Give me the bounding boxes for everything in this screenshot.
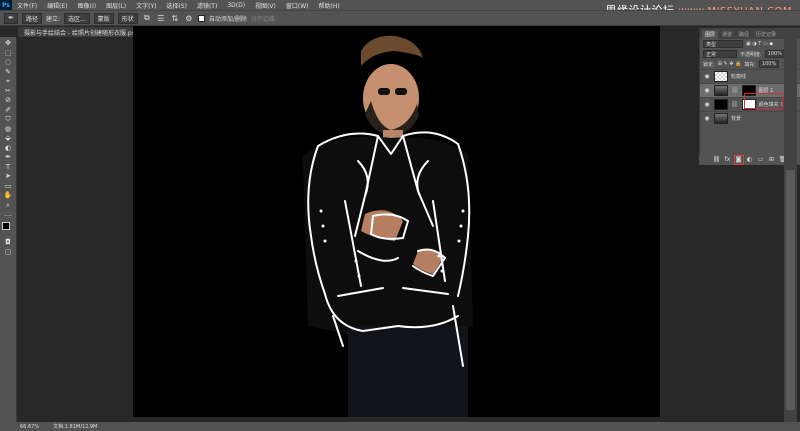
screen-mode-icon[interactable]: ▢ bbox=[2, 248, 14, 256]
chain-link-icon[interactable]: ⛓ bbox=[731, 87, 739, 94]
layer-mask-thumbnail[interactable] bbox=[741, 85, 756, 96]
opacity-input[interactable]: 100% bbox=[764, 50, 785, 58]
adjustment-icon[interactable]: ◐ bbox=[746, 156, 754, 164]
new-layer-icon[interactable]: ⊞ bbox=[768, 156, 776, 164]
foreground-color-swatch[interactable] bbox=[2, 221, 10, 230]
quick-select-tool-icon[interactable]: ✎ bbox=[2, 68, 14, 76]
menu-file[interactable]: 文件(F) bbox=[12, 1, 42, 10]
blend-mode-select[interactable]: 正常 bbox=[703, 50, 737, 58]
filter-icons[interactable]: ▣ ◑ T ▭ ◆ bbox=[746, 41, 773, 47]
color-swatches[interactable] bbox=[2, 221, 14, 234]
group-icon[interactable]: ▭ bbox=[757, 156, 765, 164]
make-label: 建立: bbox=[46, 15, 61, 23]
tab-paths[interactable]: 路径 bbox=[736, 30, 752, 39]
gradient-tool-icon[interactable]: ◐ bbox=[2, 144, 14, 152]
stamp-tool-icon[interactable]: ⛉ bbox=[2, 115, 14, 123]
document-info: 文档:1.81M/12.9M bbox=[53, 424, 98, 430]
scrollbar-thumb[interactable] bbox=[786, 170, 795, 410]
layer-thumbnail bbox=[714, 99, 728, 110]
type-tool-icon[interactable]: T bbox=[2, 163, 14, 171]
mode-select[interactable]: 路径 bbox=[22, 12, 43, 24]
layer-thumbnail bbox=[714, 113, 728, 124]
photoshop-logo: Ps bbox=[0, 0, 12, 10]
menu-filter[interactable]: 滤镜(T) bbox=[192, 1, 222, 10]
eyedropper-tool-icon[interactable]: ✂ bbox=[2, 87, 14, 95]
pen-tool-preset-icon[interactable]: ✒ bbox=[4, 12, 18, 24]
menu-type[interactable]: 文字(Y) bbox=[131, 1, 161, 10]
mask-button[interactable]: 蒙版 bbox=[93, 12, 114, 24]
history-brush-tool-icon[interactable]: ◍ bbox=[2, 125, 14, 133]
healing-tool-icon[interactable]: ⊘ bbox=[2, 96, 14, 104]
brush-tool-icon[interactable]: ✐ bbox=[2, 106, 14, 114]
layer-thumbnail bbox=[714, 85, 728, 96]
path-select-tool-icon[interactable]: ➤ bbox=[2, 172, 14, 180]
more-tools-icon[interactable]: … bbox=[2, 210, 14, 218]
lasso-tool-icon[interactable]: ◌ bbox=[2, 58, 14, 66]
eye-icon[interactable]: ◉ bbox=[703, 101, 711, 109]
opacity-label: 不透明度: bbox=[740, 51, 762, 58]
options-bar: ✒ 路径 建立: 选区... 蒙版 形状 ⧉ ☰ ⇅ ⚙ 自动添加/删除 对齐边… bbox=[0, 10, 800, 26]
menu-view[interactable]: 视图(V) bbox=[250, 1, 281, 10]
fill-input[interactable]: 100% bbox=[758, 60, 780, 68]
eraser-tool-icon[interactable]: ⬙ bbox=[2, 134, 14, 142]
path-alignment-icon[interactable]: ☰ bbox=[156, 13, 166, 23]
tools-panel: ✥ ⬚ ◌ ✎ ⌖ ✂ ⊘ ✐ ⛉ ◍ ⬙ ◐ ✒ T ➤ ▭ ✋ ⌕ … ◘ … bbox=[0, 37, 17, 422]
fx-icon[interactable]: fx bbox=[724, 156, 732, 164]
menu-select[interactable]: 选择(S) bbox=[161, 1, 192, 10]
layer-name: 图层 1 bbox=[758, 88, 774, 94]
path-operations-icon[interactable]: ⧉ bbox=[142, 13, 152, 23]
lock-icons[interactable]: ⊞ ✎ ✥ 🔒 bbox=[718, 61, 742, 67]
menu-window[interactable]: 窗口(W) bbox=[281, 1, 314, 10]
shape-button[interactable]: 形状 bbox=[117, 12, 138, 24]
lock-label: 锁定: bbox=[703, 61, 715, 68]
menu-help[interactable]: 帮助(H) bbox=[314, 1, 345, 10]
menu-3d[interactable]: 3D(D) bbox=[222, 2, 250, 9]
layer-mask-thumbnail[interactable] bbox=[741, 99, 756, 110]
selection-button[interactable]: 选区... bbox=[64, 12, 90, 24]
layer-name: 轮廓线 bbox=[731, 74, 747, 80]
link-icon[interactable]: ⛓ bbox=[713, 156, 721, 164]
layer-name: 背景 bbox=[731, 116, 742, 122]
hand-tool-icon[interactable]: ✋ bbox=[2, 191, 14, 199]
eye-icon[interactable]: ◉ bbox=[703, 87, 711, 95]
tab-history[interactable]: 历史记录 bbox=[753, 30, 779, 39]
marquee-tool-icon[interactable]: ⬚ bbox=[2, 49, 14, 57]
layer-name: 颜色填充 1 bbox=[758, 102, 784, 108]
status-bar: 66.67% 文档:1.81M/12.9M bbox=[0, 422, 800, 431]
layer-thumbnail bbox=[714, 71, 728, 82]
pen-tool-icon[interactable]: ✒ bbox=[2, 153, 14, 161]
shape-tool-icon[interactable]: ▭ bbox=[2, 182, 14, 190]
crop-tool-icon[interactable]: ⌖ bbox=[2, 77, 14, 85]
align-edges-label: 对齐边缘 bbox=[250, 15, 275, 23]
auto-add-delete-label: 自动添加/删除 bbox=[208, 15, 247, 23]
move-tool-icon[interactable]: ✥ bbox=[2, 39, 14, 47]
path-arrangement-icon[interactable]: ⇅ bbox=[170, 13, 180, 23]
canvas-artwork bbox=[303, 35, 473, 417]
menu-edit[interactable]: 编辑(E) bbox=[42, 1, 72, 10]
tab-layers[interactable]: 图层 bbox=[702, 30, 719, 39]
zoom-tool-icon[interactable]: ⌕ bbox=[2, 201, 14, 209]
document-canvas[interactable] bbox=[133, 26, 660, 417]
chain-link-icon[interactable]: ⛓ bbox=[731, 101, 739, 108]
eye-icon[interactable]: ◉ bbox=[703, 115, 711, 123]
auto-add-delete-checkbox[interactable] bbox=[197, 14, 205, 22]
menu-layer[interactable]: 图层(L) bbox=[101, 1, 131, 10]
fill-label: 填充: bbox=[744, 61, 756, 68]
menu-image[interactable]: 图像(I) bbox=[73, 1, 101, 10]
zoom-level[interactable]: 66.67% bbox=[20, 424, 39, 430]
gear-icon[interactable]: ⚙ bbox=[184, 13, 194, 23]
eye-icon[interactable]: ◉ bbox=[703, 73, 711, 81]
tab-channels[interactable]: 通道 bbox=[719, 30, 735, 39]
kind-filter-select[interactable]: 类型 bbox=[703, 40, 743, 48]
mask-icon[interactable]: ◙ bbox=[733, 155, 744, 165]
quick-mask-icon[interactable]: ◘ bbox=[2, 238, 14, 246]
photo-subject bbox=[303, 35, 473, 417]
